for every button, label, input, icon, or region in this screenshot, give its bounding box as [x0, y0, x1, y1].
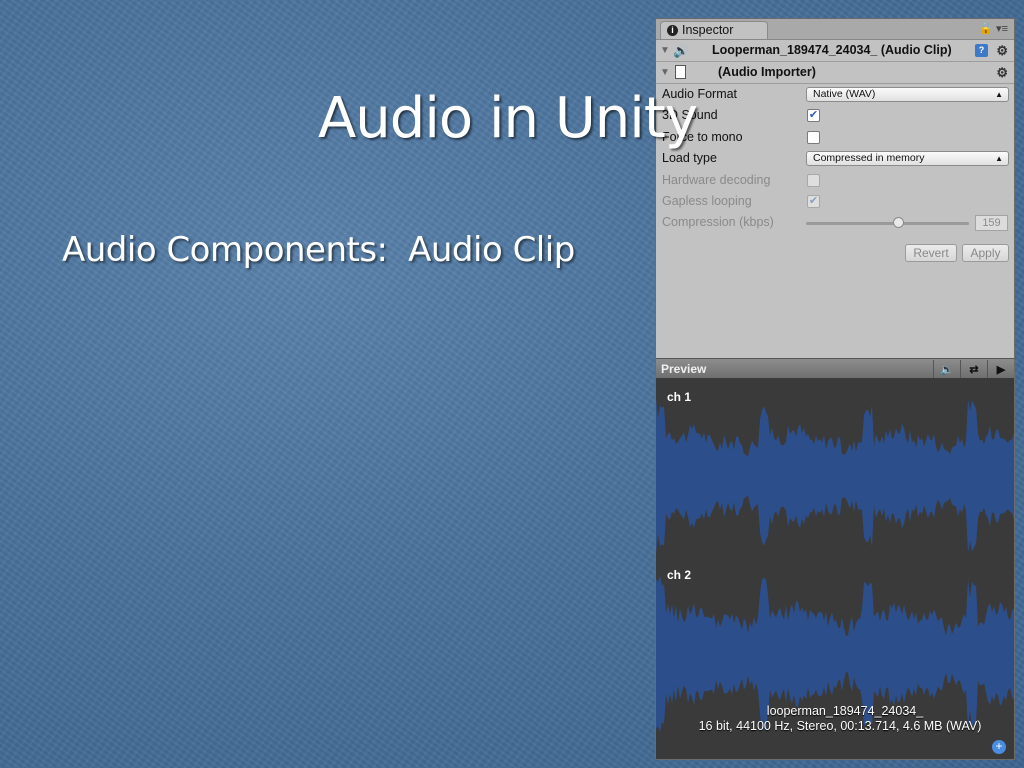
load-type-value: Compressed in memory [813, 152, 925, 165]
clip-header-name: Looperman_189474_24034_ (Audio Clip) [712, 43, 952, 57]
clip-details: 16 bit, 44100 Hz, Stereo, 00:13.714, 4.6… [698, 719, 982, 733]
gapless-looping-row: Gapless looping ✔ [656, 191, 1014, 212]
hardware-decoding-label: Hardware decoding [662, 172, 771, 187]
audio-importer-header[interactable]: ▼ (Audio Importer) ⚙ [656, 62, 1014, 84]
document-icon [675, 65, 686, 79]
gapless-looping-checkbox: ✔ [807, 194, 820, 208]
speaker-icon[interactable]: 🔈 [933, 360, 960, 380]
hardware-decoding-row: Hardware decoding [656, 170, 1014, 191]
tab-menu-controls[interactable]: 🔒 ▾≡ [979, 22, 1008, 35]
load-type-dropdown[interactable]: Compressed in memory ▲ [806, 151, 1009, 167]
gear-icon[interactable]: ⚙ [996, 40, 1008, 61]
inspector-window: i Inspector 🔒 ▾≡ ▼ 🔊 Looperman_189474_240… [655, 18, 1015, 760]
info-icon: i [667, 25, 678, 37]
compression-row: Compression (kbps) 159 [656, 212, 1014, 233]
speaker-icon: 🔊 [673, 43, 690, 58]
inspector-tabbar: i Inspector 🔒 ▾≡ [656, 19, 1014, 40]
tab-label: Inspector [682, 23, 734, 37]
preview-controls: 🔈 ⇄ ▶ [933, 359, 1014, 380]
audio-format-dropdown[interactable]: Native (WAV) ▲ [806, 87, 1009, 102]
channel-1-label: ch 1 [667, 390, 692, 404]
fold-triangle-icon[interactable]: ▼ [660, 40, 670, 61]
revert-button[interactable]: Revert [905, 243, 957, 262]
audio-format-row: Audio Format Native (WAV) ▲ [656, 84, 1014, 105]
gear-icon[interactable]: ⚙ [996, 62, 1008, 83]
updown-arrows-icon: ▲ [995, 90, 1003, 99]
importer-header-name: (Audio Importer) [718, 65, 816, 79]
importer-button-row: Revert Apply [656, 234, 1014, 264]
waveform-preview: ch 1 ch 2 looperman_189474_24034_ 16 bit… [656, 378, 1014, 759]
compression-label: Compression (kbps) [662, 215, 774, 230]
play-icon[interactable]: ▶ [987, 360, 1014, 380]
updown-arrows-icon: ▲ [995, 154, 1003, 164]
3d-sound-row: 3D Sound ✔ [656, 105, 1014, 126]
load-type-row: Load type Compressed in memory ▲ [656, 148, 1014, 169]
slide-title: Audio in Unity [318, 86, 698, 151]
gapless-looping-label: Gapless looping [662, 193, 752, 208]
compression-slider-track [806, 222, 969, 226]
loop-icon[interactable]: ⇄ [960, 360, 987, 380]
help-icon[interactable]: ? [975, 44, 988, 57]
add-icon[interactable]: + [992, 740, 1006, 754]
3d-sound-checkbox[interactable]: ✔ [807, 109, 820, 123]
compression-value-field: 159 [975, 215, 1008, 232]
slide-bullet: Audio Components: Audio Clip [62, 230, 575, 270]
waveform-channel-1 [656, 397, 1014, 555]
fold-triangle-icon[interactable]: ▼ [660, 62, 670, 83]
audio-format-value: Native (WAV) [813, 88, 876, 100]
force-mono-checkbox[interactable] [807, 130, 820, 144]
load-type-label: Load type [662, 151, 717, 166]
audio-clip-header[interactable]: ▼ 🔊 Looperman_189474_24034_ (Audio Clip)… [656, 40, 1014, 62]
compression-slider-knob [893, 217, 904, 229]
channel-2-label: ch 2 [667, 568, 692, 582]
preview-header: Preview 🔈 ⇄ ▶ [656, 358, 1014, 380]
waveform-shape [656, 397, 1014, 555]
clip-filename: looperman_189474_24034_ [766, 704, 924, 718]
hardware-decoding-checkbox [807, 173, 820, 187]
force-mono-row: Force to mono [656, 127, 1014, 148]
tab-inspector[interactable]: i Inspector [660, 21, 768, 39]
preview-label: Preview [661, 362, 707, 376]
apply-button[interactable]: Apply [962, 243, 1009, 262]
